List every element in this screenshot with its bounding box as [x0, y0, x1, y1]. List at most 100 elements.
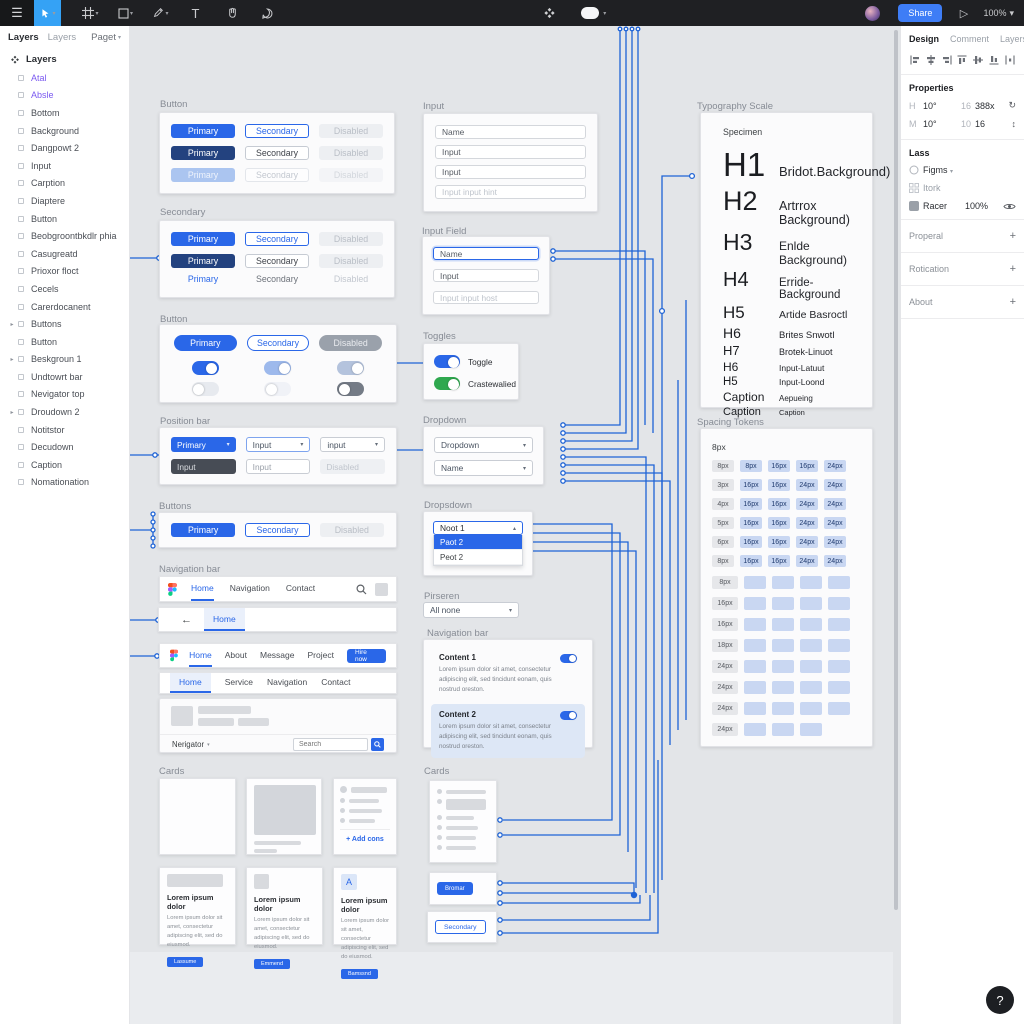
- token-swatch[interactable]: [772, 702, 794, 715]
- list-card[interactable]: [429, 780, 497, 863]
- token-swatch[interactable]: [828, 597, 850, 610]
- nav-item[interactable]: Message: [260, 644, 295, 667]
- nav-item[interactable]: Service: [225, 673, 253, 693]
- layer-item[interactable]: Diaptere: [0, 192, 129, 210]
- list-card[interactable]: + Add cons: [333, 778, 397, 855]
- token-label[interactable]: 16px: [712, 618, 738, 631]
- content-card[interactable]: Lorem ipsum dolor Lorem ipsum dolor sit …: [246, 867, 323, 945]
- token-swatch[interactable]: [744, 723, 766, 736]
- secondary-button[interactable]: Secondary: [435, 920, 486, 934]
- dropdown-option[interactable]: Paot 2: [434, 535, 522, 550]
- token-swatch[interactable]: [744, 660, 766, 673]
- spacing-chip[interactable]: 24px: [824, 517, 846, 529]
- spacing-chip[interactable]: 8px: [712, 555, 734, 567]
- toggle[interactable]: [192, 361, 219, 375]
- token-swatch[interactable]: [744, 702, 766, 715]
- button[interactable]: Secondary: [245, 168, 309, 182]
- hand-tool-icon[interactable]: [219, 0, 246, 26]
- button[interactable]: Primary: [171, 254, 235, 268]
- layer-item[interactable]: Casugreatd: [0, 245, 129, 263]
- token-swatch[interactable]: [744, 618, 766, 631]
- dropdown[interactable]: Primary▾: [171, 437, 236, 452]
- toggle[interactable]: [264, 361, 291, 375]
- back-arrow-icon[interactable]: ←: [181, 614, 192, 626]
- content-item[interactable]: Content 1 Lorem ipsum dolor sit amet, co…: [431, 647, 585, 700]
- shape-tool-icon[interactable]: ▾: [112, 0, 139, 26]
- token-swatch[interactable]: [744, 639, 766, 652]
- menu-icon[interactable]: ☰: [0, 0, 34, 26]
- layer-item[interactable]: Carerdocanent: [0, 298, 129, 316]
- text-input[interactable]: Input input host: [433, 291, 539, 304]
- align-center-v-icon[interactable]: [972, 54, 984, 66]
- spacing-chip[interactable]: 16px: [740, 498, 762, 510]
- spacing-chip[interactable]: 4px: [712, 498, 734, 510]
- tab-layers[interactable]: Layers: [8, 32, 39, 43]
- button[interactable]: Disabled: [319, 232, 383, 246]
- button[interactable]: Disabled: [319, 146, 383, 160]
- token-swatch[interactable]: [828, 576, 850, 589]
- spacing-chip[interactable]: 16px: [740, 555, 762, 567]
- button[interactable]: Secondary: [245, 523, 309, 537]
- pill-button[interactable]: Disabled: [319, 335, 382, 351]
- button[interactable]: Disabled: [319, 124, 383, 138]
- pill-button[interactable]: Secondary: [247, 335, 310, 351]
- spacing-chip[interactable]: 24px: [824, 479, 846, 491]
- tab-layers-2[interactable]: Layers: [48, 32, 77, 43]
- x-field[interactable]: 388x: [975, 101, 1004, 111]
- spacing-chip[interactable]: 24px: [796, 498, 818, 510]
- token-swatch[interactable]: [800, 576, 822, 589]
- spacing-chip[interactable]: 24px: [824, 536, 846, 548]
- button[interactable]: Primary: [171, 146, 235, 160]
- dropdown[interactable]: Input▾: [246, 437, 311, 452]
- add-icons-link[interactable]: + Add cons: [340, 829, 390, 843]
- toggle[interactable]: [192, 382, 219, 396]
- token-swatch[interactable]: [828, 681, 850, 694]
- button[interactable]: Primary: [171, 523, 235, 537]
- height-field[interactable]: 10°: [923, 119, 949, 129]
- width-field[interactable]: 10°: [923, 101, 949, 111]
- layer-item[interactable]: Carption: [0, 175, 129, 193]
- search-icon[interactable]: [356, 584, 367, 595]
- style-name[interactable]: Itork: [923, 183, 941, 193]
- tab-design[interactable]: Design: [909, 34, 939, 44]
- layer-item[interactable]: ▸ Buttons: [0, 315, 129, 333]
- image-card[interactable]: [246, 778, 322, 855]
- spacing-chip[interactable]: 16px: [768, 460, 790, 472]
- toggle[interactable]: [264, 382, 291, 396]
- button[interactable]: Primary: [171, 168, 235, 182]
- button[interactable]: Secondary: [245, 254, 309, 268]
- text-input[interactable]: Name: [433, 247, 539, 260]
- card-button[interactable]: Emmend: [254, 959, 290, 969]
- text-input[interactable]: Input: [433, 269, 539, 282]
- text-button[interactable]: Disabled: [319, 272, 383, 286]
- card-button[interactable]: Lassume: [167, 957, 203, 967]
- text-input[interactable]: Input input hint: [435, 185, 586, 199]
- token-swatch[interactable]: [744, 576, 766, 589]
- token-swatch[interactable]: [800, 618, 822, 631]
- nav-item[interactable]: Home: [191, 577, 214, 601]
- button[interactable]: Secondary: [245, 146, 309, 160]
- text-tool-icon[interactable]: T: [182, 0, 209, 26]
- align-center-h-icon[interactable]: [925, 54, 937, 66]
- eye-icon[interactable]: [1003, 202, 1016, 211]
- help-button[interactable]: ?: [986, 986, 1014, 1014]
- move-tool-icon[interactable]: ▾: [34, 0, 61, 26]
- align-left-icon[interactable]: [909, 54, 921, 66]
- toggle[interactable]: [337, 361, 364, 375]
- layer-item[interactable]: Beobgroontbkdlr phia: [0, 227, 129, 245]
- token-swatch[interactable]: [800, 597, 822, 610]
- nav-item-home[interactable]: Home: [204, 608, 245, 631]
- layer-item[interactable]: Nevigator top: [0, 386, 129, 404]
- dropdown-option[interactable]: Peot 2: [434, 550, 522, 565]
- blank-card[interactable]: [159, 778, 236, 855]
- canvas-scrollbar[interactable]: [894, 30, 898, 910]
- token-swatch[interactable]: [772, 576, 794, 589]
- button[interactable]: Disabled: [320, 523, 384, 537]
- text-button[interactable]: Primary: [171, 272, 235, 286]
- align-bottom-icon[interactable]: [988, 54, 1000, 66]
- spacing-chip[interactable]: 24px: [796, 517, 818, 529]
- pill-button[interactable]: Primary: [174, 335, 237, 351]
- toggle[interactable]: [337, 382, 364, 396]
- card-button[interactable]: Bamssnd: [341, 969, 378, 979]
- nav-item[interactable]: Navigation: [230, 577, 270, 601]
